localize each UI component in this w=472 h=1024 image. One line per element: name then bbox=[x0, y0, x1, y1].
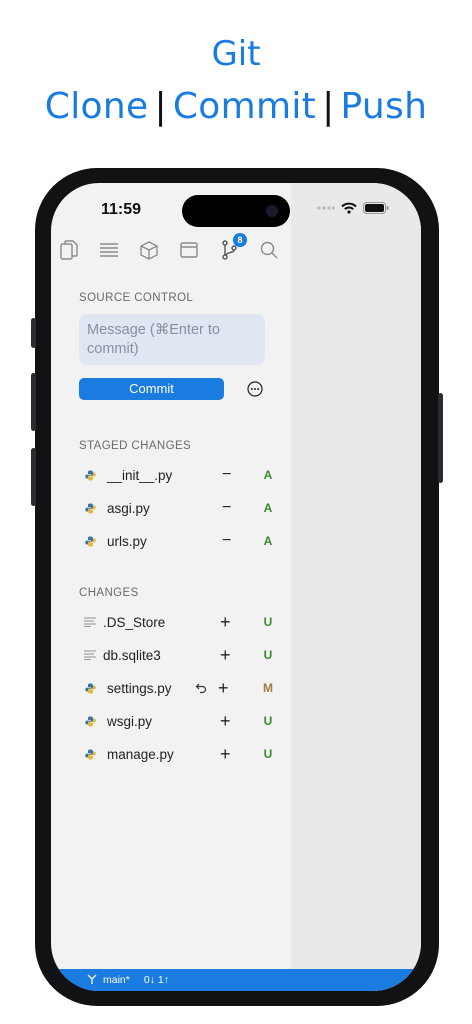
file-name: settings.py bbox=[107, 680, 172, 696]
text-file-icon bbox=[84, 616, 96, 628]
unstage-button[interactable]: − bbox=[222, 532, 231, 549]
more-options-icon[interactable] bbox=[247, 381, 263, 397]
python-icon bbox=[84, 748, 96, 760]
promo-word-clone: Clone bbox=[44, 86, 149, 127]
branch-icon bbox=[87, 974, 97, 987]
commit-button[interactable]: Commit bbox=[79, 378, 224, 400]
search-icon[interactable] bbox=[259, 239, 279, 261]
status-untracked: U bbox=[263, 648, 273, 662]
files-icon[interactable] bbox=[59, 239, 79, 261]
status-untracked: U bbox=[263, 615, 273, 629]
promo-word-push: Push bbox=[340, 86, 428, 127]
status-modified: M bbox=[263, 681, 273, 695]
promo-separator: | bbox=[322, 86, 335, 127]
staged-file-row[interactable]: asgi.py − A bbox=[84, 498, 274, 518]
file-name: .DS_Store bbox=[103, 614, 166, 630]
signal-icon bbox=[317, 206, 335, 210]
file-name: manage.py bbox=[107, 746, 174, 762]
stage-button[interactable]: + bbox=[220, 744, 231, 764]
changed-file-row[interactable]: db.sqlite3 + U bbox=[84, 645, 274, 665]
outline-icon[interactable] bbox=[99, 239, 119, 261]
stage-button[interactable]: + bbox=[220, 645, 231, 665]
file-name: wsgi.py bbox=[107, 713, 153, 729]
package-icon[interactable] bbox=[139, 239, 159, 261]
phone-volume-down bbox=[31, 448, 36, 506]
branch-name[interactable]: main* bbox=[103, 974, 130, 986]
stage-button[interactable]: + bbox=[218, 678, 229, 698]
source-control-badge: 8 bbox=[233, 233, 247, 247]
sidebar-toolbar: 8 bbox=[59, 233, 279, 261]
dynamic-island bbox=[182, 195, 290, 227]
wifi-icon bbox=[341, 202, 357, 214]
sync-status[interactable]: 0↓ 1↑ bbox=[144, 974, 169, 986]
python-icon bbox=[84, 502, 96, 514]
editor-status-bar: main* 0↓ 1↑ bbox=[51, 969, 421, 991]
file-name: __init__.py bbox=[107, 467, 173, 483]
changed-file-row[interactable]: manage.py + U bbox=[84, 744, 274, 764]
discard-changes-icon[interactable] bbox=[195, 680, 207, 696]
file-name: urls.py bbox=[107, 533, 147, 549]
source-control-icon[interactable]: 8 bbox=[219, 233, 247, 261]
phone-power-button bbox=[438, 393, 443, 483]
stage-button[interactable]: + bbox=[220, 711, 231, 731]
status-added: A bbox=[263, 534, 273, 548]
python-icon bbox=[84, 682, 96, 694]
status-added: A bbox=[263, 501, 273, 515]
phone-mute-switch bbox=[31, 318, 36, 348]
status-untracked: U bbox=[263, 714, 273, 728]
unstage-button[interactable]: − bbox=[222, 466, 231, 483]
status-time: 11:59 bbox=[101, 201, 142, 218]
stage-button[interactable]: + bbox=[220, 612, 231, 632]
text-file-icon bbox=[84, 649, 96, 661]
promo-word-commit: Commit bbox=[172, 86, 317, 127]
file-name: asgi.py bbox=[107, 500, 150, 516]
camera bbox=[266, 205, 278, 217]
unstage-button[interactable]: − bbox=[222, 499, 231, 516]
python-icon bbox=[84, 535, 96, 547]
changed-file-row[interactable]: settings.py + M bbox=[84, 678, 274, 698]
changed-file-row[interactable]: .DS_Store + U bbox=[84, 612, 274, 632]
staged-file-row[interactable]: __init__.py − A bbox=[84, 465, 274, 485]
status-untracked: U bbox=[263, 747, 273, 761]
phone-volume-up bbox=[31, 373, 36, 431]
status-icons bbox=[317, 202, 389, 214]
staged-file-row[interactable]: urls.py − A bbox=[84, 531, 274, 551]
source-control-title: SOURCE CONTROL bbox=[79, 292, 194, 304]
promo-title: Git bbox=[211, 34, 261, 74]
promo-subtitle: Clone | Commit | Push bbox=[0, 86, 472, 127]
changed-file-row[interactable]: wsgi.py + U bbox=[84, 711, 274, 731]
browser-icon[interactable] bbox=[179, 239, 199, 261]
editor-pane bbox=[291, 183, 421, 991]
commit-message-input[interactable]: Message (⌘Enter to commit) bbox=[79, 314, 265, 365]
promo-separator: | bbox=[154, 86, 167, 127]
staged-changes-title: STAGED CHANGES bbox=[79, 440, 192, 452]
file-name: db.sqlite3 bbox=[103, 647, 161, 663]
app-screen: 11:59 8 SOURCE CONTROL Message (⌘Enter t… bbox=[51, 183, 421, 991]
status-added: A bbox=[263, 468, 273, 482]
python-icon bbox=[84, 469, 96, 481]
changes-title: CHANGES bbox=[79, 587, 139, 599]
python-icon bbox=[84, 715, 96, 727]
battery-icon bbox=[363, 202, 389, 214]
